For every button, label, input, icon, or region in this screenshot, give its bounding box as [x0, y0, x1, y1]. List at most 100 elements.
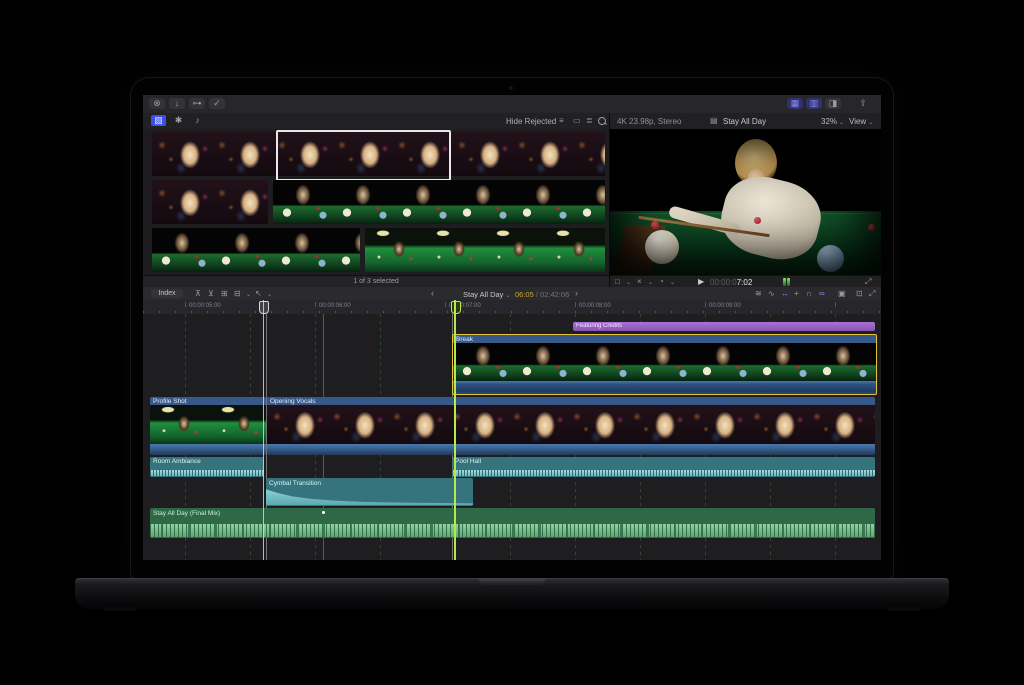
chevron-down-icon: ⌄: [648, 279, 653, 286]
chevron-down-icon: ⌄: [868, 120, 873, 126]
clip-profile-shot[interactable]: Profile Shot: [150, 397, 266, 455]
macbook-scene: ⊗ ↓ ⊶ ✓ ▦ ▥ ◨ ⇧ ▧ ✱ ♪ Hide Rejected ≡ ▭ …: [0, 0, 1024, 685]
viewer-view-dropdown[interactable]: View⌄: [849, 117, 873, 126]
clip-header: Opening Vocals: [267, 397, 875, 405]
viewer-vignette: [610, 129, 881, 275]
task-complete-icon[interactable]: ✓: [209, 98, 225, 109]
previous-project-icon[interactable]: ‹: [431, 288, 434, 299]
timeline-ruler[interactable]: 00:00:05:00 00:00:06:00 00:00:07:00 00:0…: [143, 300, 881, 315]
photos-icon[interactable]: ✱: [172, 115, 185, 126]
headphones-icon[interactable]: ∩: [806, 288, 812, 299]
clip-filmstrip: [267, 405, 875, 444]
selection-status: 1 of 3 selected: [353, 278, 399, 285]
lanes-icon[interactable]: ≋: [755, 288, 762, 299]
timeline-toggle-icon[interactable]: ▥: [806, 98, 822, 109]
laptop-lid-notch: [479, 578, 545, 587]
clip-featuring-credits[interactable]: Featuring Credits: [573, 322, 875, 331]
ruler-label: 00:00:08:00: [579, 303, 611, 309]
final-cut-pro-window: ⊗ ↓ ⊶ ✓ ▦ ▥ ◨ ⇧ ▧ ✱ ♪ Hide Rejected ≡ ▭ …: [143, 95, 881, 560]
clip-marker[interactable]: [322, 511, 325, 514]
viewer-title-icon: ▤: [710, 115, 718, 126]
timeline-zoom-icon[interactable]: ⤢: [869, 288, 875, 299]
filmstrip-view-icon[interactable]: ▭: [573, 115, 581, 126]
retime-icon[interactable]: ◔: [659, 276, 664, 287]
browser-clip-pool-medium[interactable]: [273, 180, 605, 224]
snapping-icon[interactable]: ∞: [819, 288, 825, 299]
chevron-down-icon: ⌄: [246, 291, 251, 298]
playhead-line[interactable]: [454, 300, 456, 560]
next-project-icon[interactable]: ›: [575, 288, 578, 299]
overwrite-edit-icon[interactable]: ⊟: [234, 288, 241, 299]
ruler-tick: [835, 302, 836, 307]
keyword-editor-icon[interactable]: ⊶: [189, 98, 205, 109]
laptop-camera: [509, 86, 513, 90]
browser-clip-pool-close[interactable]: [152, 228, 360, 272]
inspector-toggle-icon[interactable]: ◨: [825, 98, 841, 109]
browser-selected-range[interactable]: [276, 130, 451, 181]
skimmer-line: [263, 300, 264, 560]
browser-clip-pool-wide[interactable]: [365, 228, 605, 272]
ruler-tick: [575, 302, 576, 307]
clip-break[interactable]: Break: [452, 334, 877, 395]
clip-room-ambiance[interactable]: Room Ambiance: [150, 457, 264, 477]
media-icon[interactable]: ♪: [191, 115, 204, 126]
connect-edit-icon[interactable]: ⊼: [195, 288, 201, 299]
share-icon[interactable]: ⇧: [855, 98, 871, 109]
ruler-label: 00:00:05:00: [189, 303, 221, 309]
clip-final-mix[interactable]: Stay All Day (Final Mix): [150, 508, 875, 538]
browser-pane: [143, 129, 609, 275]
viewer-title: Stay All Day: [723, 117, 766, 126]
timeline-tracks: Featuring Credits Break Profile Shot: [143, 314, 881, 560]
clip-appearance-icon[interactable]: ⊡: [856, 288, 863, 299]
viewer-zoom-dropdown[interactable]: 32%⌄: [821, 117, 844, 126]
list-view-icon[interactable]: ≣: [586, 115, 593, 126]
transform-icon[interactable]: □: [615, 276, 620, 287]
ruler-tick: [705, 302, 706, 307]
clip-pool-hall[interactable]: Pool Hall: [452, 457, 875, 477]
chevron-down-icon: ⌄: [839, 120, 844, 126]
clip-cymbal-transition[interactable]: Cymbal Transition: [266, 478, 473, 506]
solo-icon[interactable]: +: [794, 288, 799, 299]
laptop-foot: [887, 607, 921, 611]
chevron-down-icon: ⌄: [505, 293, 510, 299]
browser-toggle-icon[interactable]: ▦: [787, 98, 803, 109]
ruler-tick: [315, 302, 316, 307]
play-button[interactable]: ▶: [698, 276, 704, 287]
clip-audio-band: [267, 444, 875, 455]
clip-header: Break: [453, 335, 876, 343]
timeline-toolbar: Index ⊼ ⊻ ⊞ ⊟ ⌄ ↖ ⌄ ‹ Stay All Day⌄ 06:0…: [143, 287, 881, 301]
clip-waveform-decay: [266, 488, 473, 505]
ruler-frame-ticks: [143, 311, 881, 313]
select-tool-icon[interactable]: ↖: [255, 288, 262, 299]
feedback-icon[interactable]: ▣: [838, 288, 846, 299]
chevron-down-icon: ⌄: [626, 279, 631, 286]
ruler-label: 00:00:06:00: [319, 303, 351, 309]
clip-waveform: [150, 524, 875, 537]
insert-edit-icon[interactable]: ⊻: [208, 288, 214, 299]
clip-header: Profile Shot: [150, 397, 266, 405]
timeline-project-dropdown[interactable]: Stay All Day⌄: [463, 290, 510, 299]
main-toolbar: ⊗ ↓ ⊶ ✓ ▦ ▥ ◨ ⇧: [143, 95, 881, 114]
pane-headers: ▧ ✱ ♪ Hide Rejected ≡ ▭ ≣ 4K 23.98p, Ste…: [143, 113, 881, 130]
index-button[interactable]: Index: [151, 289, 183, 298]
search-icon-handle: [604, 122, 607, 125]
clip-opening-vocals[interactable]: Opening Vocals: [267, 397, 875, 455]
playhead-head[interactable]: [451, 301, 461, 314]
skimming-icon[interactable]: ∿: [768, 288, 775, 299]
effects-icon[interactable]: ×: [637, 276, 642, 287]
fullscreen-icon[interactable]: ⤢: [865, 276, 871, 287]
clip-filmstrip: [453, 343, 876, 381]
background-tasks-icon[interactable]: ⊗: [149, 98, 165, 109]
clip-filter-dropdown[interactable]: Hide Rejected: [506, 117, 556, 126]
import-media-icon[interactable]: ↓: [169, 98, 185, 109]
viewer-pane[interactable]: [610, 129, 881, 275]
libraries-icon[interactable]: ▧: [151, 115, 166, 126]
filter-menu-icon[interactable]: ≡: [559, 115, 564, 126]
append-edit-icon[interactable]: ⊞: [221, 288, 228, 299]
timeline-timecode: 06:05 / 02:42:06: [515, 290, 569, 299]
ruler-label: 00:00:09:00: [709, 303, 741, 309]
audio-skimming-icon[interactable]: ↔: [781, 288, 789, 299]
viewer-format-info: 4K 23.98p, Stereo: [617, 117, 682, 126]
skimmer-head: [259, 301, 269, 314]
browser-clip-singer-row2[interactable]: [152, 180, 268, 224]
